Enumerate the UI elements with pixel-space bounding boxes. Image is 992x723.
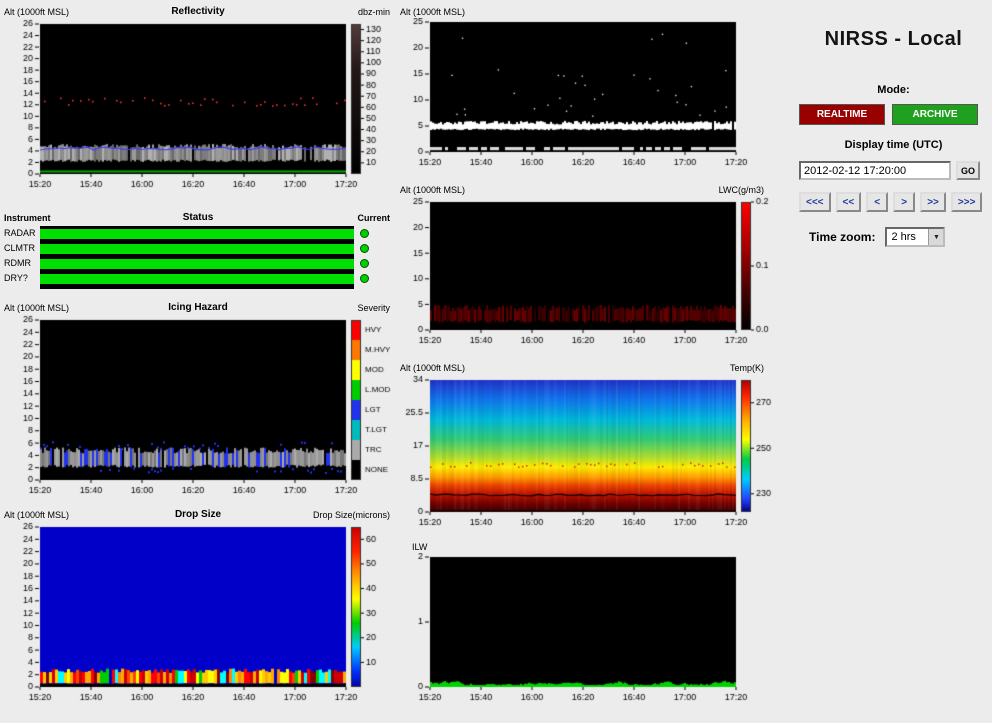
time-zoom-value: 2 hrs (891, 231, 916, 243)
realtime-button[interactable]: REALTIME (799, 104, 885, 125)
nav-fastest-forward-button[interactable]: >>> (950, 192, 983, 212)
lwc-canvas (398, 196, 790, 346)
temperature-panel: Alt (1000ft MSL) Temp(K) (398, 362, 790, 528)
status-stripe (40, 274, 354, 284)
icing-hazard-panel: Alt (1000ft MSL) Icing Hazard Severity (2, 302, 394, 496)
status-panel-header: Instrument Status Current (2, 212, 394, 224)
status-panel: Instrument Status Current RADAR CLMTR RDMR… (2, 212, 394, 292)
temperature-canvas (398, 374, 790, 528)
ilw-canvas (398, 553, 790, 701)
reflectivity-header: Alt (1000ft MSL) Reflectivity dbz-min (2, 6, 394, 18)
lwc-alt-label: Alt (1000ft MSL) (400, 185, 466, 195)
cloud-boundaries-alt-label: Alt (1000ft MSL) (400, 7, 466, 17)
icing-hazard-canvas (2, 314, 394, 496)
display-time-input[interactable] (799, 161, 951, 180)
nav-fast-forward-button[interactable]: >> (920, 192, 946, 212)
reflectivity-panel: Alt (1000ft MSL) Reflectivity dbz-min (2, 6, 394, 190)
instrument-label-dry: DRY? (4, 273, 28, 283)
severity-colorbar-label: Severity (357, 303, 390, 313)
lwc-header: Alt (1000ft MSL) LWC(g/m3) (398, 184, 790, 196)
lwc-panel: Alt (1000ft MSL) LWC(g/m3) (398, 184, 790, 346)
status-current-indicator (360, 244, 369, 253)
nav-forward-button[interactable]: > (893, 192, 916, 212)
ilw-panel: ILW (398, 541, 790, 701)
control-panel: NIRSS - Local Mode: REALTIME ARCHIVE Dis… (795, 0, 992, 723)
nav-buttons: <<< << < > >> >>> (799, 192, 983, 212)
lwc-colorbar-label: LWC(g/m3) (718, 185, 764, 195)
nav-fast-back-button[interactable]: << (835, 192, 862, 212)
go-button[interactable]: GO (956, 161, 980, 180)
app-title: NIRSS - Local (824, 28, 963, 50)
time-zoom-row: Time zoom: 2 hrs ▼ (809, 227, 946, 247)
status-stripes-box (40, 226, 354, 289)
display-time-row: GO (799, 161, 980, 180)
archive-button[interactable]: ARCHIVE (892, 104, 978, 125)
reflectivity-title: Reflectivity (171, 6, 225, 17)
status-rows: RADAR CLMTR RDMR DRY? (2, 226, 394, 290)
ilw-header: ILW (398, 541, 790, 553)
status-stripe (40, 229, 354, 239)
current-header: Current (357, 213, 390, 223)
cloud-boundaries-panel: Alt (1000ft MSL) (398, 6, 790, 166)
mode-buttons: REALTIME ARCHIVE (799, 104, 978, 125)
drop-size-panel: Alt (1000ft MSL) Drop Size Drop Size(mic… (2, 509, 394, 703)
instrument-label-clmtr: CLMTR (4, 243, 35, 253)
drop-size-header: Alt (1000ft MSL) Drop Size Drop Size(mic… (2, 509, 394, 521)
instrument-label-radar: RADAR (4, 228, 36, 238)
nav-fastest-back-button[interactable]: <<< (799, 192, 831, 212)
mode-label: Mode: (877, 84, 910, 96)
status-current-indicator (360, 259, 369, 268)
drop-size-colorbar-label: Drop Size(microns) (312, 510, 390, 520)
time-zoom-label: Time zoom: (809, 230, 876, 244)
icing-hazard-title: Icing Hazard (168, 302, 228, 313)
ilw-label: ILW (412, 542, 428, 552)
temperature-colorbar-label: Temp(K) (729, 363, 764, 373)
drop-size-canvas (2, 521, 394, 703)
status-stripe (40, 244, 354, 254)
reflectivity-colorbar-label: dbz-min (357, 7, 390, 17)
nav-back-button[interactable]: < (866, 192, 889, 212)
reflectivity-canvas (2, 18, 394, 190)
icing-hazard-header: Alt (1000ft MSL) Icing Hazard Severity (2, 302, 394, 314)
dropdown-arrow-icon: ▼ (928, 229, 944, 245)
time-zoom-select[interactable]: 2 hrs ▼ (885, 227, 946, 247)
cloud-boundaries-canvas (398, 18, 790, 166)
display-time-label: Display time (UTC) (844, 139, 943, 151)
instrument-label-rdmr: RDMR (4, 258, 31, 268)
nirss-app: Alt (1000ft MSL) Reflectivity dbz-min In… (0, 0, 992, 723)
status-stripe (40, 259, 354, 269)
cloud-boundaries-header: Alt (1000ft MSL) (398, 6, 790, 18)
temperature-alt-label: Alt (1000ft MSL) (400, 363, 466, 373)
temperature-header: Alt (1000ft MSL) Temp(K) (398, 362, 790, 374)
status-current-indicator (360, 274, 369, 283)
status-header: Status (182, 212, 214, 223)
status-current-indicator (360, 229, 369, 238)
